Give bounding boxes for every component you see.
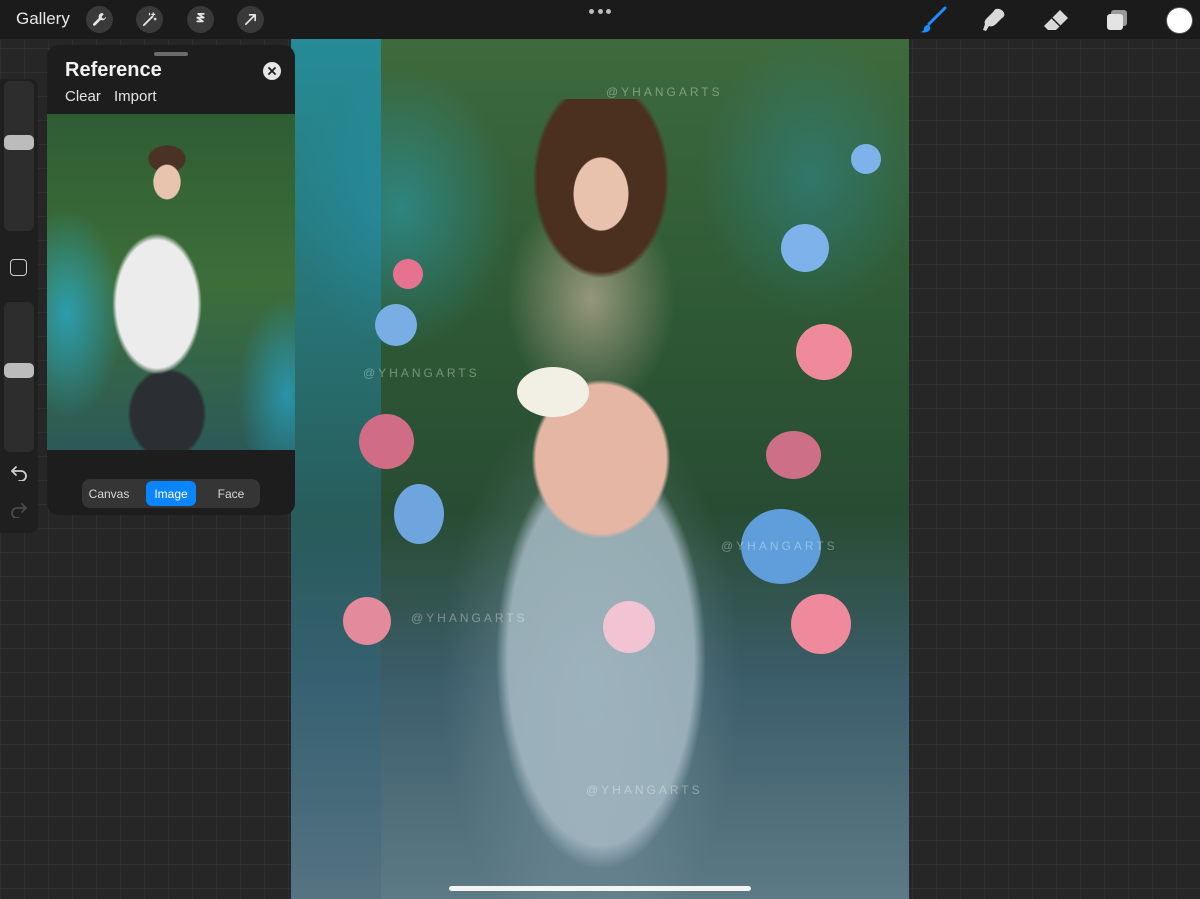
blue-flower xyxy=(375,304,417,346)
redo-icon[interactable] xyxy=(9,500,29,520)
watermark-text: @YHANGARTS xyxy=(411,611,528,625)
transform-arrow-icon[interactable] xyxy=(237,6,264,33)
reference-panel[interactable]: Reference Clear Import Canvas Image Face xyxy=(47,45,295,515)
canvas-figure-artwork xyxy=(441,99,761,899)
smudge-icon[interactable] xyxy=(979,5,1009,35)
pink-flower xyxy=(796,324,852,380)
pink-flower xyxy=(393,259,423,289)
canvas-water-area xyxy=(291,39,381,899)
undo-icon[interactable] xyxy=(9,463,29,483)
opacity-thumb[interactable] xyxy=(4,363,34,378)
modify-button-icon[interactable] xyxy=(10,259,27,276)
watermark-text: @YHANGARTS xyxy=(363,366,480,380)
brush-icon[interactable] xyxy=(918,5,948,35)
brush-size-thumb[interactable] xyxy=(4,135,34,150)
reference-mode-selector: Canvas Image Face xyxy=(82,479,260,508)
pink-flower xyxy=(791,594,851,654)
close-icon[interactable] xyxy=(263,62,281,80)
color-picker-swatch[interactable] xyxy=(1166,7,1193,34)
blue-flower xyxy=(851,144,881,174)
left-sidebar xyxy=(0,79,38,533)
layers-icon[interactable] xyxy=(1102,5,1132,35)
magic-wand-icon[interactable] xyxy=(136,6,163,33)
pink-flower xyxy=(359,414,414,469)
tab-image[interactable]: Image xyxy=(146,481,196,506)
clear-button[interactable]: Clear xyxy=(65,88,101,105)
watermark-text: @YHANGARTS xyxy=(721,539,838,553)
eraser-icon[interactable] xyxy=(1041,5,1071,35)
blue-flower xyxy=(394,484,444,544)
tab-face[interactable]: Face xyxy=(206,481,256,506)
import-button[interactable]: Import xyxy=(114,88,157,105)
opacity-slider[interactable] xyxy=(4,302,34,452)
reference-image xyxy=(47,114,295,450)
watermark-text: @YHANGARTS xyxy=(606,85,723,99)
panel-title: Reference xyxy=(65,59,162,81)
drawing-canvas[interactable]: @YHANGARTS @YHANGARTS @YHANGARTS @YHANGA… xyxy=(291,39,909,899)
panel-drag-handle[interactable] xyxy=(154,52,188,56)
pink-flower xyxy=(343,597,391,645)
brush-size-slider[interactable] xyxy=(4,81,34,231)
tab-canvas[interactable]: Canvas xyxy=(84,481,134,506)
wrench-icon[interactable] xyxy=(86,6,113,33)
white-bouquet xyxy=(517,367,589,417)
watermark-text: @YHANGARTS xyxy=(586,783,703,797)
selection-icon[interactable] xyxy=(187,6,214,33)
pink-flower xyxy=(603,601,655,653)
gallery-button[interactable]: Gallery xyxy=(16,9,70,29)
blue-flower xyxy=(781,224,829,272)
top-toolbar: Gallery xyxy=(0,0,1200,39)
pink-flower xyxy=(766,431,821,479)
home-indicator[interactable] xyxy=(449,886,751,891)
more-options-icon[interactable] xyxy=(589,4,611,18)
